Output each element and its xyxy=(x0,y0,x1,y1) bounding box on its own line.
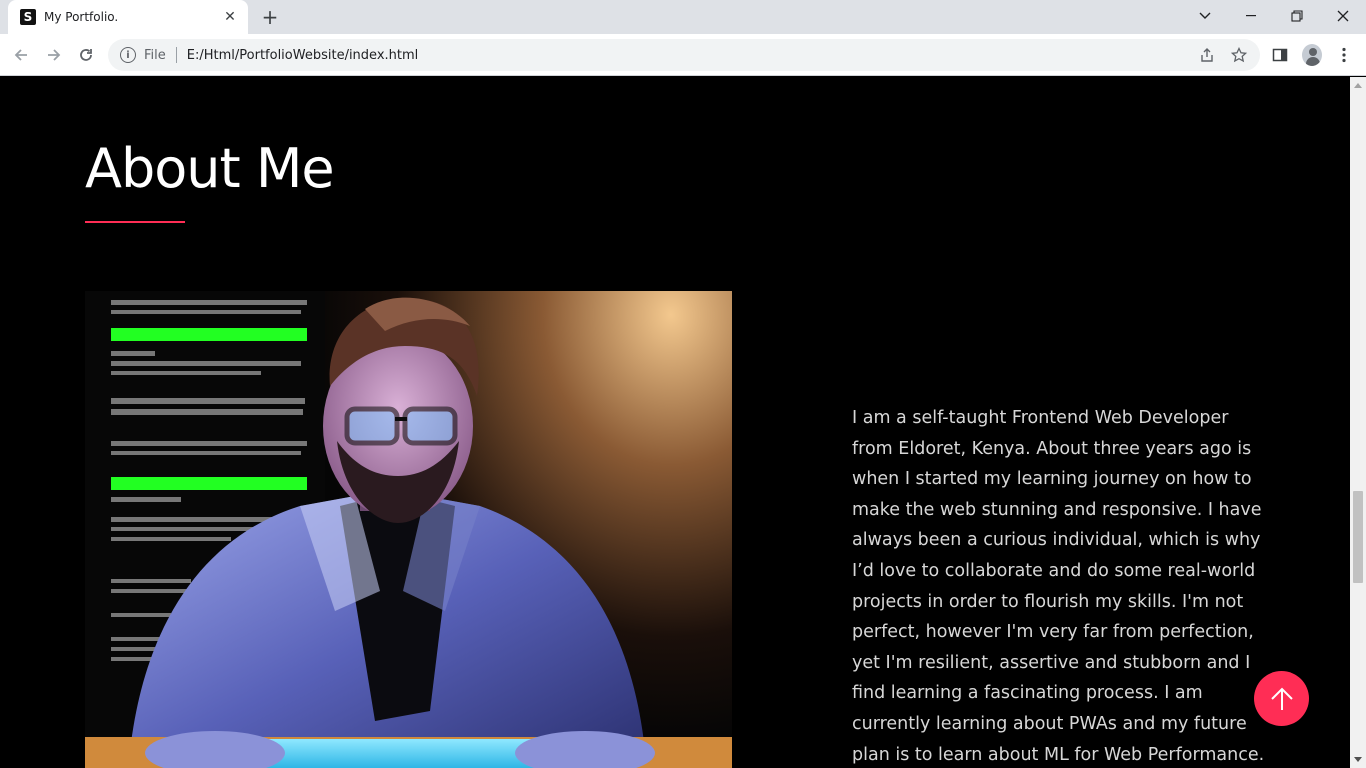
scroll-up-arrow-icon[interactable] xyxy=(1354,83,1362,88)
new-tab-button[interactable]: + xyxy=(258,5,282,29)
scroll-down-arrow-icon[interactable] xyxy=(1354,757,1362,762)
arrow-left-icon xyxy=(14,49,27,61)
section-title: About Me xyxy=(85,137,335,200)
star-icon[interactable] xyxy=(1230,46,1248,64)
close-tab-icon[interactable]: ✕ xyxy=(222,9,238,25)
reload-icon xyxy=(80,49,92,61)
tab-strip: S My Portfolio. ✕ + xyxy=(0,0,1366,34)
forward-button[interactable] xyxy=(42,43,66,67)
about-paragraph: I am a self-taught Frontend Web Develope… xyxy=(852,408,1265,765)
scheme-label: File xyxy=(144,47,166,63)
avatar xyxy=(1302,44,1322,66)
reload-button[interactable] xyxy=(74,43,98,67)
minimize-icon xyxy=(1246,15,1256,17)
omnibox-divider xyxy=(175,47,177,63)
title-underline xyxy=(85,221,185,223)
close-window-button[interactable] xyxy=(1320,0,1366,32)
tab-search-button[interactable] xyxy=(1182,0,1228,32)
scroll-to-top-button[interactable] xyxy=(1254,671,1309,726)
side-panel-icon[interactable] xyxy=(1270,45,1290,65)
chevron-down-icon xyxy=(1199,12,1211,19)
url-text[interactable]: E:/Html/PortfolioWebsite/index.html xyxy=(187,48,419,63)
back-button[interactable] xyxy=(9,43,33,67)
scrollbar-thumb[interactable] xyxy=(1353,491,1363,583)
arrow-up-icon xyxy=(1270,687,1293,710)
page-scrollbar[interactable] xyxy=(1350,77,1366,768)
browser-tab[interactable]: S My Portfolio. ✕ xyxy=(8,0,248,34)
arrow-right-icon xyxy=(48,49,61,61)
share-icon[interactable] xyxy=(1198,46,1216,64)
close-icon xyxy=(1337,10,1349,22)
page-viewport: About Me I am a self-taught Frontend Web… xyxy=(0,77,1366,768)
favicon-icon: S xyxy=(20,9,36,25)
developer-illustration xyxy=(85,291,732,768)
tab-title: My Portfolio. xyxy=(44,10,119,24)
restore-button[interactable] xyxy=(1274,0,1320,32)
restore-icon xyxy=(1291,10,1303,22)
minimize-button[interactable] xyxy=(1228,0,1274,32)
browser-toolbar: i File E:/Html/PortfolioWebsite/index.ht… xyxy=(0,34,1366,76)
info-icon[interactable]: i xyxy=(120,47,136,63)
kebab-menu-icon[interactable] xyxy=(1334,45,1354,65)
address-bar[interactable]: i File E:/Html/PortfolioWebsite/index.ht… xyxy=(108,39,1260,71)
profile-icon[interactable] xyxy=(1302,44,1322,66)
